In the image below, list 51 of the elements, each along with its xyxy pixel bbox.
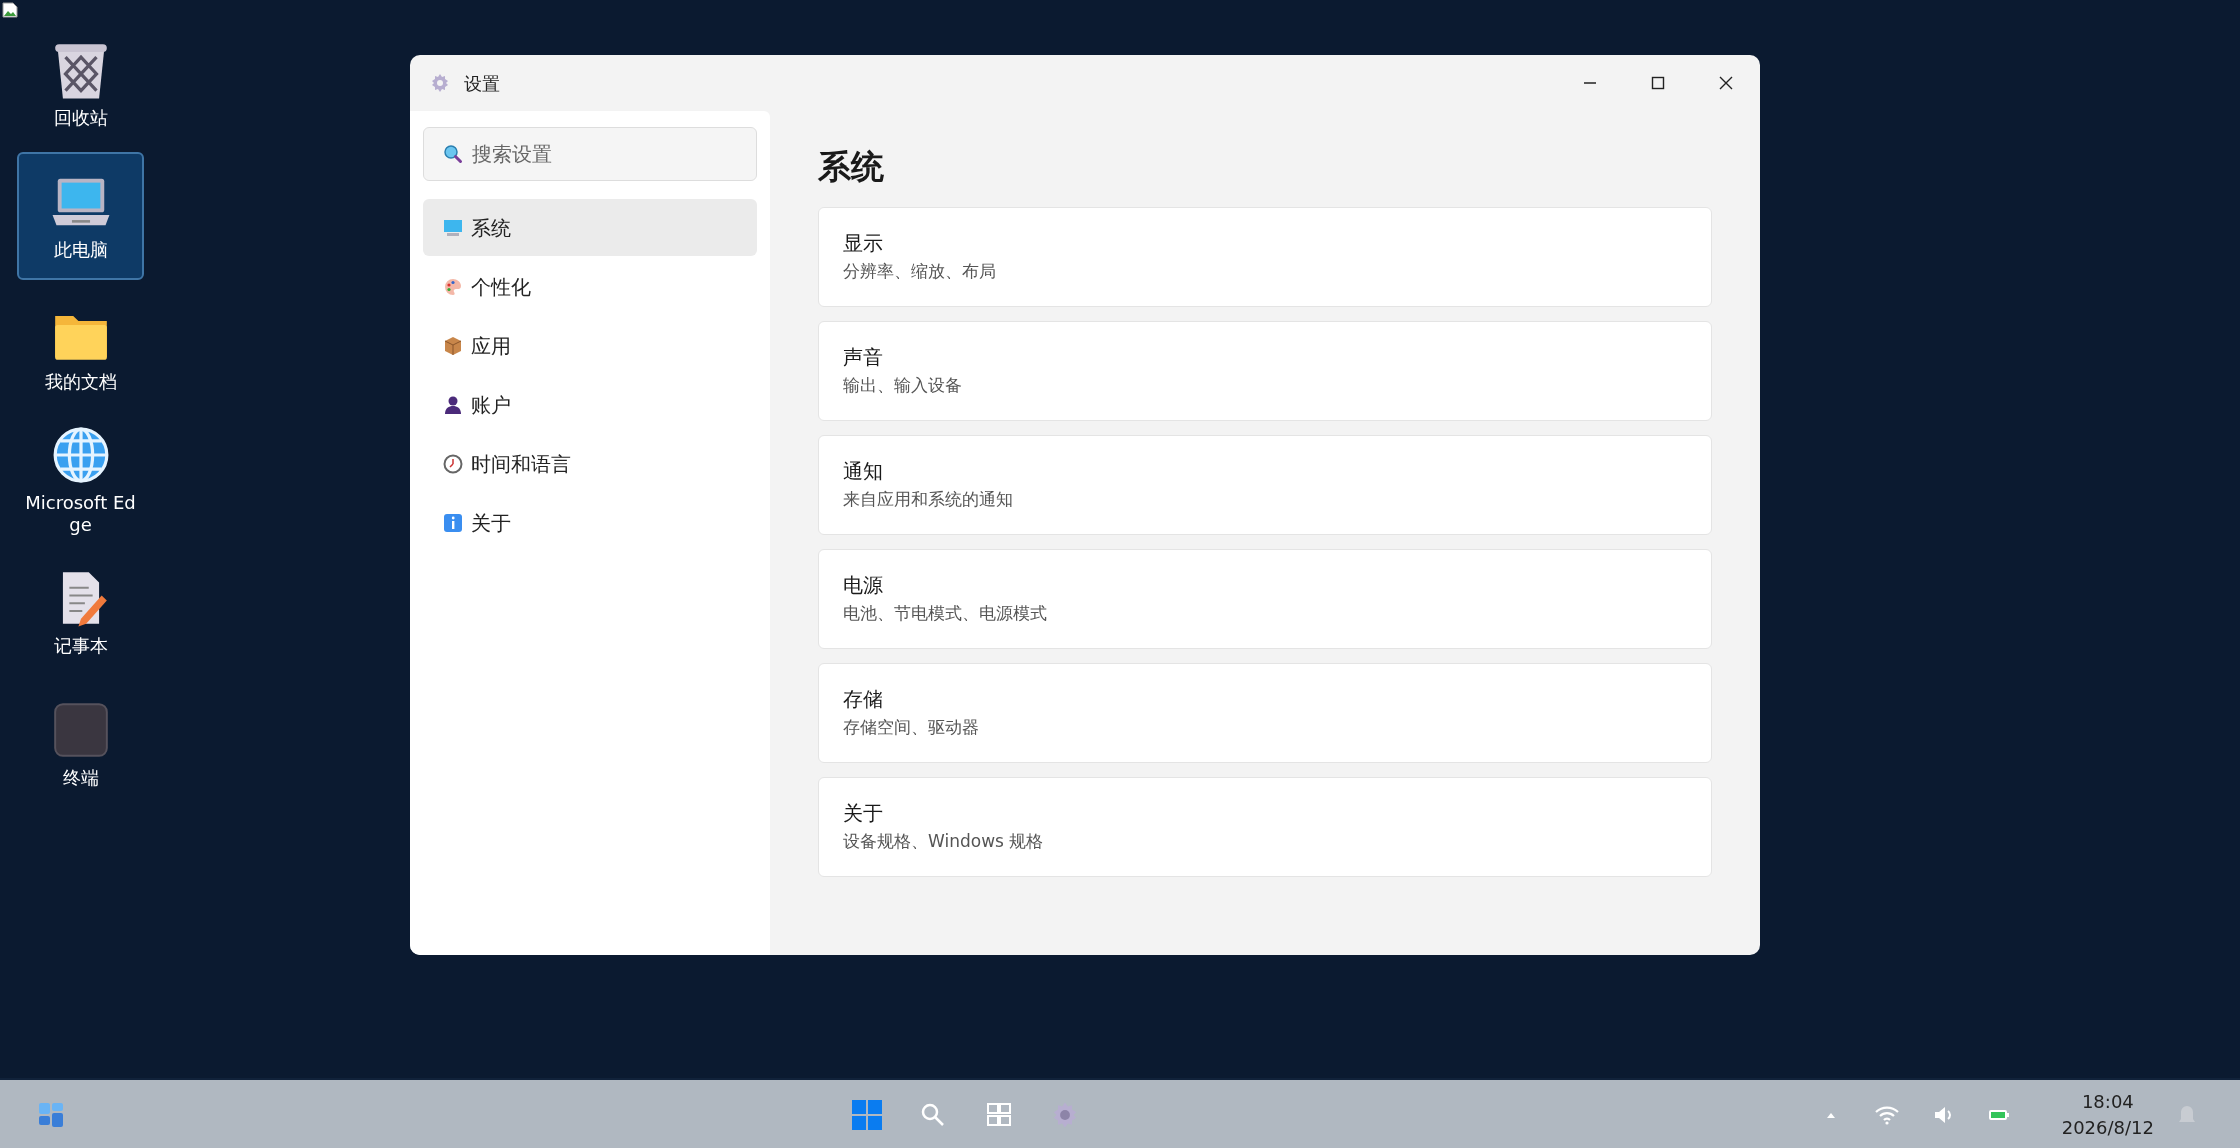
card-subtitle: 来自应用和系统的通知 [843,489,1014,510]
sidebar-item[interactable]: 系统 [423,199,757,256]
package-icon [443,335,463,356]
maximize-icon[interactable] [1651,76,1665,90]
desktop-icon[interactable]: Microsoft Edge [17,416,144,544]
widgets-icon[interactable] [37,1101,65,1129]
settings-card[interactable]: 声音 输出、输入设备 [818,320,1712,421]
card-title: 电源 [843,573,884,598]
card-subtitle: 设备规格、Windows 规格 [843,831,1045,852]
search-icon[interactable] [920,1102,946,1128]
card-subtitle: 存储空间、驱动器 [843,717,980,738]
clock-time: 18:04 [2081,1089,2134,1114]
desktop-icon[interactable]: 终端 [17,680,144,808]
card-subtitle: 电池、节电模式、电源模式 [843,603,1048,624]
desktop-icon[interactable]: 记事本 [17,548,144,676]
card-title: 通知 [843,459,884,484]
search-field[interactable]: 搜索设置 [423,127,757,181]
card-title: 存储 [843,687,884,712]
card-title: 声音 [843,345,884,370]
clock[interactable]: 18:04 2026/8/12 [2061,1088,2154,1142]
window-title: 设置 [464,71,500,96]
sidebar-item[interactable]: 应用 [423,317,757,374]
clock-icon [443,453,463,474]
card-title: 显示 [843,231,884,256]
person-icon [443,394,463,415]
sidebar-item[interactable]: 个性化 [423,258,757,315]
sidebar-item[interactable]: 账户 [423,376,757,433]
settings-card[interactable]: 存储 存储空间、驱动器 [818,662,1712,763]
page-heading: 系统 [818,147,885,187]
sidebar-item[interactable]: 关于 [423,494,757,551]
card-title: 关于 [843,801,884,826]
palette-icon [443,276,463,297]
desktop-icon[interactable]: 此电脑 [17,152,144,280]
info-icon [443,512,463,533]
settings-card[interactable]: 通知 来自应用和系统的通知 [818,434,1712,535]
settings-card[interactable]: 关于 设备规格、Windows 规格 [818,776,1712,877]
broken-image-icon [2,2,18,18]
task-view-icon[interactable] [986,1102,1012,1128]
sidebar-item[interactable]: 时间和语言 [423,435,757,492]
clock-date: 2026/8/12 [2061,1116,2154,1140]
monitor-icon [443,217,463,238]
close-icon[interactable] [1719,76,1733,90]
settings-card[interactable]: 显示 分辨率、缩放、布局 [818,206,1712,307]
desktop-icon[interactable]: 我的文档 [17,284,144,412]
gear-icon [430,73,450,93]
start-icon[interactable] [851,1099,883,1131]
settings-icon[interactable] [1051,1101,1079,1129]
card-subtitle: 分辨率、缩放、布局 [843,261,997,282]
card-subtitle: 输出、输入设备 [843,375,963,396]
desktop-icon[interactable]: 回收站 [17,20,144,148]
settings-card[interactable]: 电源 电池、节电模式、电源模式 [818,548,1712,649]
